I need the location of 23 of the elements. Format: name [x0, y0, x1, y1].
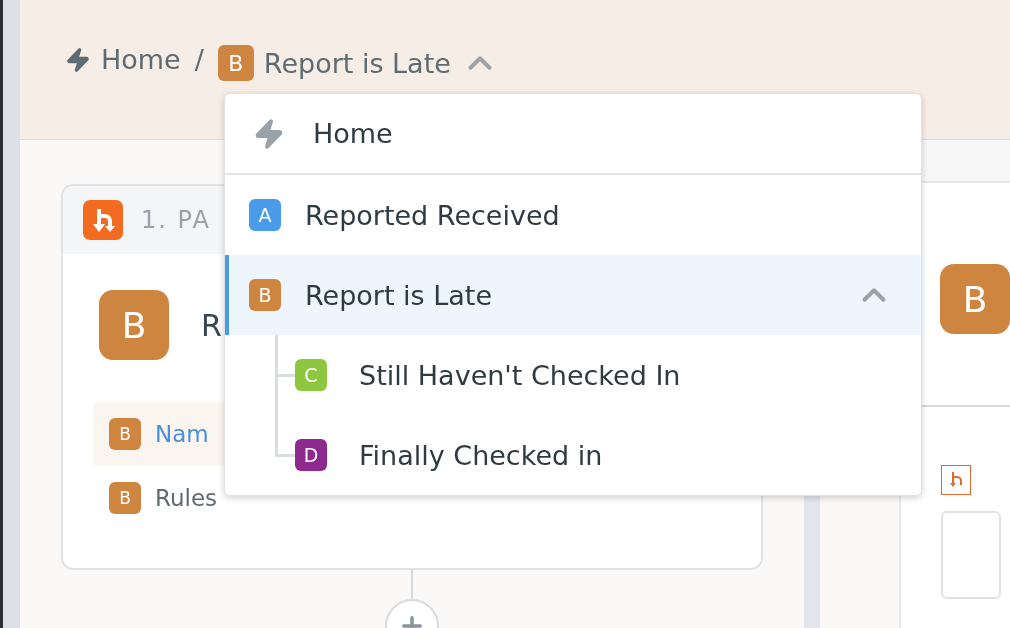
- path-split-icon: [941, 465, 971, 495]
- path-badge: B: [217, 45, 254, 81]
- path-badge: D: [295, 439, 327, 471]
- menu-item[interactable]: B Report is Late: [225, 255, 921, 335]
- breadcrumb-link[interactable]: Home: [101, 44, 181, 75]
- bolt-icon: [253, 117, 285, 150]
- menu-item[interactable]: C Still Haven't Checked In: [225, 335, 921, 415]
- path-split-icon: [83, 200, 123, 240]
- menu-item[interactable]: D Finally Checked in: [225, 415, 921, 495]
- path-badge: B: [99, 290, 169, 360]
- menu-item[interactable]: A Reported Received: [225, 175, 921, 255]
- step-title: 1. PA: [141, 206, 211, 234]
- step-heading: R: [201, 307, 222, 343]
- path-badge: C: [295, 359, 327, 391]
- path-badge: B: [109, 482, 141, 514]
- input-field[interactable]: [941, 511, 1001, 599]
- path-badge: A: [249, 199, 281, 231]
- path-badge: B: [940, 264, 1010, 334]
- path-badge: B: [109, 418, 141, 450]
- breadcrumb-link[interactable]: Report is Late: [263, 47, 451, 79]
- bolt-icon: [65, 46, 91, 73]
- path-badge: B: [249, 279, 281, 311]
- breadcrumb-separator: /: [194, 44, 204, 75]
